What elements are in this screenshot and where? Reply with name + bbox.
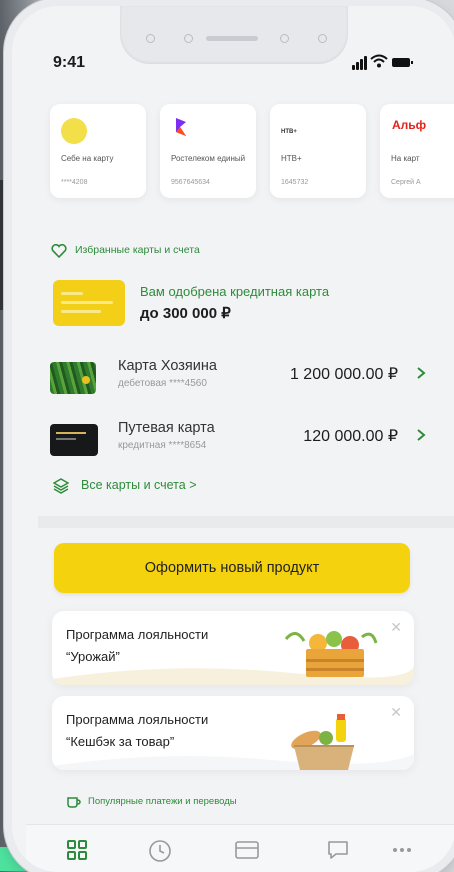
black-card-thumb bbox=[50, 424, 98, 456]
quick-transfer-name: На карт bbox=[391, 154, 420, 163]
credit-card-image[interactable] bbox=[53, 280, 125, 326]
account-title: Путевая карта bbox=[118, 420, 215, 436]
yellow-coin-icon bbox=[61, 118, 87, 144]
account-title: Карта Хозяина bbox=[118, 358, 217, 374]
close-icon[interactable]: ✕ bbox=[390, 619, 402, 636]
grocery-bag-icon bbox=[291, 714, 354, 770]
promo-subtitle: “Кешбэк за товар” bbox=[66, 734, 175, 749]
quick-transfer-number: 1645732 bbox=[281, 179, 309, 186]
quick-transfer-number: ****4208 bbox=[61, 179, 88, 186]
section-divider bbox=[38, 516, 454, 528]
credit-offer-limit: до 300 000 ₽ bbox=[140, 305, 231, 322]
camera-dot bbox=[318, 34, 327, 43]
phone-screen: 9:41 Себе на карту ****4208 Ростелеком е… bbox=[12, 6, 454, 872]
promo-card-cashback[interactable]: Программа лояльности “Кешбэк за товар” ✕ bbox=[52, 696, 414, 770]
tab-more[interactable] bbox=[390, 839, 416, 865]
clock-icon bbox=[149, 840, 171, 862]
promo-title: Программа лояльности bbox=[66, 627, 209, 642]
new-product-button[interactable]: Оформить новый продукт bbox=[54, 543, 410, 593]
account-row[interactable]: Карта Хозяина дебетовая ****4560 1 200 0… bbox=[50, 358, 430, 402]
status-icons bbox=[352, 52, 422, 70]
quick-transfer-ntv[interactable]: НТВ+ НТВ+ 1645732 bbox=[270, 104, 366, 198]
battery-icon bbox=[392, 58, 413, 67]
quick-transfer-alfa[interactable]: Альф На карт Сергей А bbox=[380, 104, 454, 198]
quick-transfer-rostelecom[interactable]: Ростелеком единый 9567645634 bbox=[160, 104, 256, 198]
heart-icon bbox=[51, 244, 67, 258]
quick-transfer-name: Себе на карту bbox=[61, 154, 114, 163]
chat-icon bbox=[328, 841, 348, 859]
quick-transfer-number: 9567645634 bbox=[171, 179, 210, 186]
camera-dot bbox=[146, 34, 155, 43]
alfa-logo: Альф bbox=[392, 118, 427, 132]
cup-icon bbox=[67, 797, 81, 808]
quick-transfer-name: НТВ+ bbox=[281, 154, 302, 163]
tab-chat[interactable] bbox=[326, 839, 352, 865]
more-dots-icon bbox=[393, 848, 411, 852]
chevron-right-icon: > bbox=[189, 478, 197, 492]
all-accounts-label: Все карты и счета > bbox=[81, 478, 197, 492]
account-row[interactable]: Путевая карта кредитная ****8654 120 000… bbox=[50, 420, 430, 464]
quick-transfers-row: Себе на карту ****4208 Ростелеком единый… bbox=[50, 104, 454, 204]
green-card-thumb bbox=[50, 362, 96, 394]
rostelecom-logo bbox=[176, 118, 186, 136]
quick-transfer-name: Ростелеком единый bbox=[171, 154, 246, 163]
favorites-label: Избранные карты и счета bbox=[75, 244, 200, 256]
promo-card-harvest[interactable]: Программа лояльности “Урожай” ✕ bbox=[52, 611, 414, 685]
card-icon bbox=[235, 841, 259, 859]
tab-home[interactable] bbox=[66, 839, 92, 865]
speaker-slot bbox=[206, 36, 258, 41]
sensor-dot bbox=[280, 34, 289, 43]
wifi-icon bbox=[370, 54, 388, 68]
layers-icon bbox=[53, 478, 69, 494]
quick-transfer-number: Сергей А bbox=[391, 179, 421, 186]
ntv-plus-logo: НТВ+ bbox=[281, 129, 297, 135]
account-balance: 120 000.00 ₽ bbox=[303, 428, 398, 445]
close-icon[interactable]: ✕ bbox=[390, 704, 402, 721]
promo-title: Программа лояльности bbox=[66, 712, 209, 727]
account-subtitle: кредитная ****8654 bbox=[118, 440, 207, 451]
tab-payments[interactable] bbox=[234, 839, 260, 865]
promo-subtitle: “Урожай” bbox=[66, 649, 120, 664]
sensor-dot bbox=[184, 34, 193, 43]
popular-payments-label: Популярные платежи и переводы bbox=[88, 796, 237, 807]
grid-icon bbox=[67, 840, 87, 860]
background-device-edge bbox=[0, 180, 10, 310]
credit-offer-title[interactable]: Вам одобрена кредитная карта bbox=[140, 284, 329, 299]
bottom-tab-bar bbox=[26, 824, 454, 872]
chevron-right-icon bbox=[416, 366, 426, 385]
account-subtitle: дебетовая ****4560 bbox=[118, 378, 207, 389]
account-balance: 1 200 000.00 ₽ bbox=[289, 366, 398, 383]
status-time: 9:41 bbox=[53, 54, 86, 71]
phone-notch bbox=[120, 6, 348, 64]
chevron-right-icon bbox=[416, 428, 426, 447]
quick-transfer-self[interactable]: Себе на карту ****4208 bbox=[50, 104, 146, 198]
harvest-crate-icon bbox=[284, 631, 378, 677]
tab-history[interactable] bbox=[148, 839, 174, 865]
